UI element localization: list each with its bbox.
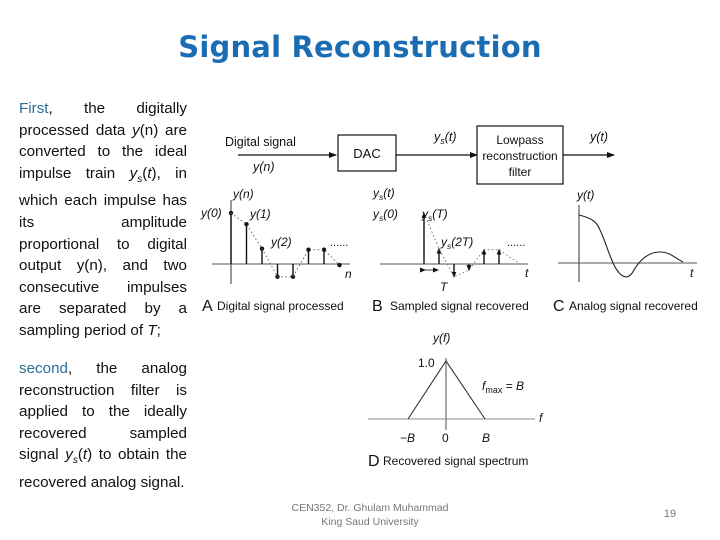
panel-d-letter: D [368,453,380,470]
footer-course: CEN352, Dr. Ghulam Muhammad [291,502,449,514]
filter-label-1: Lowpass [496,133,543,147]
panel-b: ys(t) ys(0) ys(T) ys(2T) ...... t T B Sa… [372,186,529,315]
panel-a-x-label: n [345,267,352,281]
footer: CEN352, Dr. Ghulam Muhammad King Saud Un… [270,501,470,529]
panel-b-sample-label-0: ys(0) [372,207,398,223]
panel-d-fmax-label: fmax = B [482,379,524,395]
output-var: y(t) [589,130,608,144]
panel-d-tick-neg-b: −B [400,431,415,445]
panel-c-letter: C [553,298,565,315]
mid-var: ys(t) [433,130,457,146]
panel-a-ellipsis: ...... [330,237,348,249]
filter-label-2: reconstruction [482,149,557,163]
panel-d-tick-zero: 0 [442,431,449,445]
panel-a-sample-dot [290,274,296,279]
panel-a: y(n) y(0) y(1) y(2) ...... n A Digital s… [200,187,352,315]
panel-a-caption: Digital signal processed [217,299,344,313]
panel-d-caption: Recovered signal spectrum [383,454,528,468]
block-diagram: Digital signal y(n) DAC ys(t) Lowpass re… [225,125,615,185]
signal-reconstruction-diagram: Digital signal y(n) DAC ys(t) Lowpass re… [200,125,698,470]
dac-label: DAC [353,146,380,161]
panel-d-x-label: f [539,411,544,425]
panel-b-period-label: T [440,280,449,294]
panel-b-letter: B [372,298,383,315]
input-var: y(n) [252,160,275,174]
panel-a-letter: A [202,298,213,315]
panel-d: y(f) 1.0 fmax = B f −B 0 B D Recovered s… [368,331,544,470]
filter-label-3: filter [509,165,532,179]
input-label: Digital signal [225,135,296,149]
panel-d-y-label: y(f) [432,331,450,345]
panel-b-caption: Sampled signal recovered [390,299,529,313]
panel-c: y(t) t C Analog signal recovered [553,188,698,315]
panel-a-sample-label-1: y(1) [249,207,271,221]
panel-a-sample-label-2: y(2) [270,235,292,249]
panel-b-x-label: t [525,266,529,280]
panel-a-sample-label-0: y(0) [200,206,222,220]
panel-d-peak-label: 1.0 [418,356,435,370]
panel-c-analog-curve [578,214,684,278]
panel-d-tick-b: B [482,431,490,445]
panel-c-y-label: y(t) [576,188,594,202]
panel-b-sample-label-1: ys(T) [421,207,448,223]
panel-a-y-label: y(n) [232,187,254,201]
footer-university: King Saud University [321,516,419,528]
panel-b-ellipsis: ...... [507,237,525,249]
panel-b-y-label: ys(t) [372,186,395,202]
panel-c-x-label: t [690,266,694,280]
panel-c-caption: Analog signal recovered [569,299,698,313]
page-number: 19 [663,508,677,520]
panel-b-sample-label-2: ys(2T) [440,235,473,251]
